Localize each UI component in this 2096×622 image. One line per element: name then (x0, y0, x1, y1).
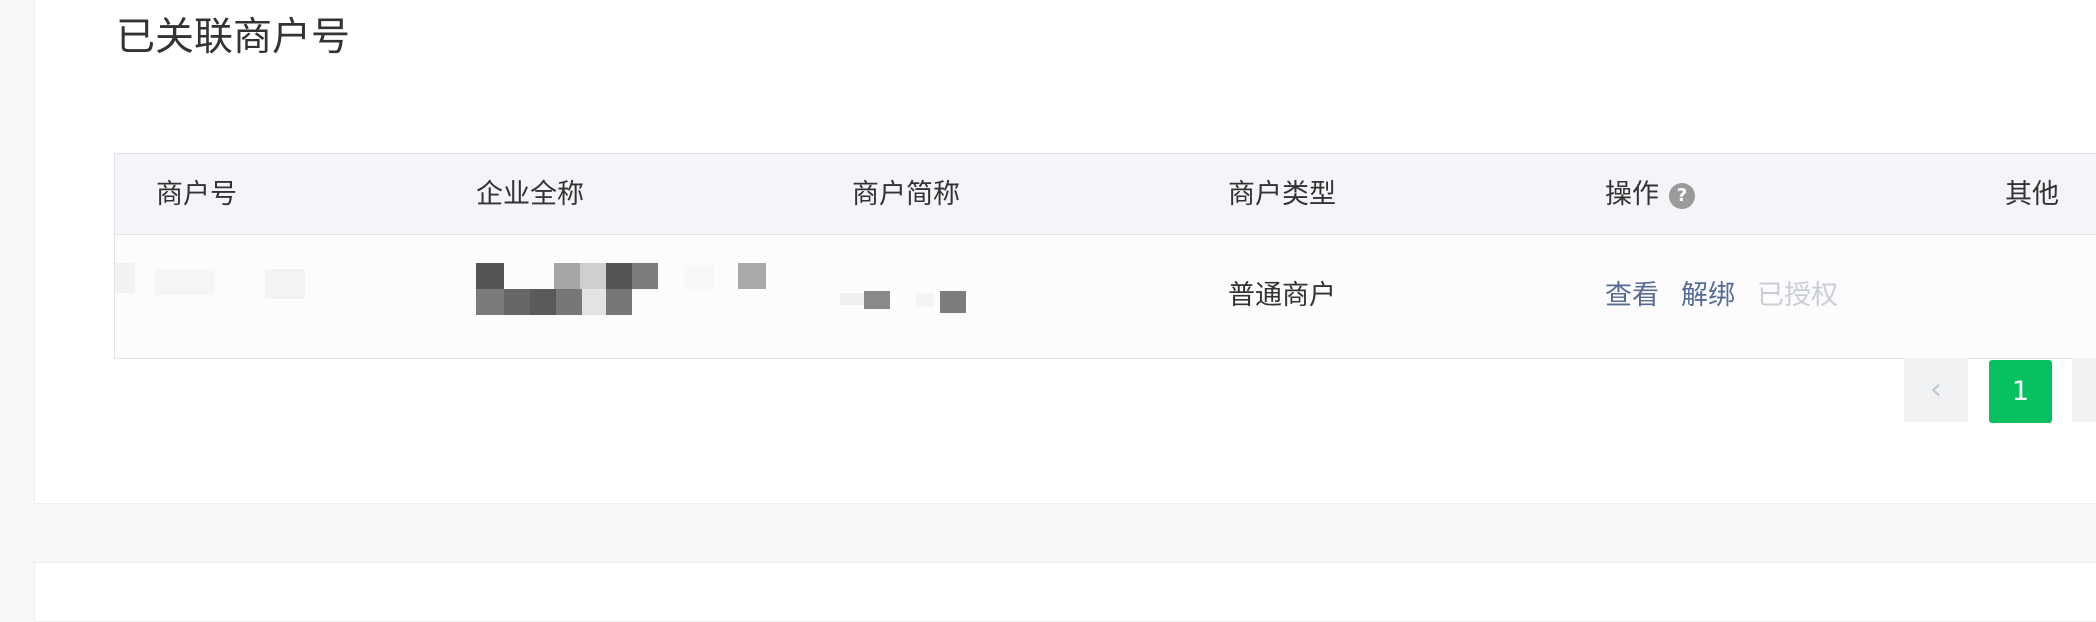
merchant-table: 商户号 企业全称 商户简称 商户类型 操作? 其他 普通商户 查看 解绑 已授权 (114, 153, 2096, 359)
table-row: 普通商户 查看 解绑 已授权 (115, 235, 2096, 358)
redacted-merchant-id (115, 255, 325, 315)
view-link[interactable]: 查看 (1605, 277, 1659, 315)
pagination-next-button[interactable] (2072, 358, 2096, 422)
column-header-merchant-type: 商户类型 (1228, 179, 1336, 210)
page-title: 已关联商户号 (116, 15, 351, 60)
column-header-company-full-name: 企业全称 (476, 179, 584, 210)
column-header-other: 其他 (2005, 179, 2059, 210)
next-card (34, 562, 2096, 622)
pagination-page-current[interactable]: 1 (1989, 360, 2052, 423)
pagination-prev-button[interactable]: ‹ (1904, 358, 1968, 422)
redacted-company-name (476, 263, 776, 328)
column-header-merchant-id: 商户号 (156, 179, 237, 210)
question-circle-icon[interactable]: ? (1669, 183, 1695, 209)
authorized-link: 已授权 (1757, 280, 1838, 311)
redacted-short-name (840, 275, 990, 315)
column-header-actions-label: 操作 (1605, 179, 1659, 210)
column-header-merchant-short-name: 商户简称 (852, 179, 960, 210)
column-header-actions: 操作? (1605, 176, 1695, 214)
merchant-type-cell: 普通商户 (1228, 280, 1336, 311)
chevron-left-icon: ‹ (1930, 372, 1942, 407)
table-header: 商户号 企业全称 商户简称 商户类型 操作? 其他 (115, 154, 2096, 235)
unbind-link[interactable]: 解绑 (1681, 277, 1735, 315)
